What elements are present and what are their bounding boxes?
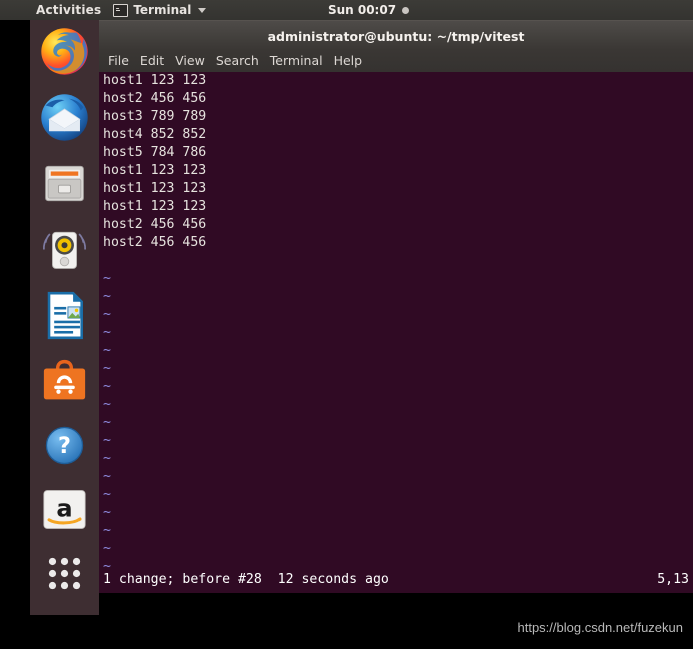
vim-tilde-line: ~ [103, 487, 111, 502]
vim-tilde-line: ~ [103, 469, 111, 484]
top-bar-left-group: Activities Terminal [36, 0, 207, 20]
firefox-icon [41, 28, 88, 75]
dock-item-help[interactable]: ? [37, 418, 92, 473]
vim-tilde-line: ~ [103, 541, 111, 556]
window-title: administrator@ubuntu: ~/tmp/vitest [267, 28, 525, 44]
window-titlebar[interactable]: administrator@ubuntu: ~/tmp/vitest [99, 20, 693, 50]
desktop: Activities Terminal Sun 00:07 ? a admini… [0, 0, 693, 649]
document-icon [47, 291, 83, 340]
dock-item-libreoffice-writer[interactable] [37, 288, 92, 343]
dock-item-rhythmbox[interactable] [37, 222, 92, 277]
terminal-text-line: host4 852 852 [103, 127, 207, 142]
svg-text:a: a [56, 494, 72, 522]
terminal-body[interactable]: host1 123 123 host2 456 456 host3 789 789 h… [99, 72, 693, 593]
menu-item-file[interactable]: File [108, 50, 129, 72]
status-right-text: 5,13 [657, 572, 689, 587]
vim-tilde-line: ~ [103, 523, 111, 538]
dock-item-firefox[interactable] [37, 24, 92, 79]
terminal-text-line: host1 123 123 [103, 73, 207, 88]
terminal-text-line: host3 789 789 [103, 109, 207, 124]
amazon-icon: a [43, 490, 86, 529]
watermark-text: https://blog.csdn.net/fuzekun [517, 620, 684, 635]
menu-item-terminal[interactable]: Terminal [270, 50, 323, 72]
terminal-text-line: host2 456 456 [103, 217, 207, 232]
vim-tilde-line: ~ [103, 397, 111, 412]
thunderbird-icon [41, 94, 88, 141]
vim-tilde-line: ~ [103, 415, 111, 430]
terminal-icon [113, 3, 129, 17]
svg-text:?: ? [58, 433, 71, 459]
gnome-top-bar: Activities Terminal Sun 00:07 [0, 0, 693, 20]
terminal-text-line: host1 123 123 [103, 199, 207, 214]
terminal-text-line: host1 123 123 [103, 181, 207, 196]
vim-tilde-line: ~ [103, 379, 111, 394]
menu-bar: File Edit View Search Terminal Help [99, 50, 693, 72]
app-menu-button[interactable]: Terminal [113, 3, 207, 17]
terminal-text-line: host5 784 786 [103, 145, 207, 160]
vim-tilde-line: ~ [103, 325, 111, 340]
vim-tilde-line: ~ [103, 307, 111, 322]
file-cabinet-icon [45, 165, 84, 202]
dock-item-ubuntu-software[interactable] [37, 353, 92, 408]
status-left-text: 1 change; before #28 12 seconds ago [103, 572, 389, 587]
dock-item-thunderbird[interactable] [37, 90, 92, 145]
dock-item-show-applications[interactable] [37, 546, 92, 601]
vim-tilde-line: ~ [103, 271, 111, 286]
vim-tilde-line: ~ [103, 433, 111, 448]
vim-tilde-line: ~ [103, 343, 111, 358]
terminal-text-line: host1 123 123 [103, 163, 207, 178]
terminal-text-line: host2 456 456 [103, 91, 207, 106]
vim-tilde-line: ~ [103, 361, 111, 376]
menu-item-search[interactable]: Search [216, 50, 259, 72]
terminal-text-line: host2 456 456 [103, 235, 207, 250]
terminal-window: administrator@ubuntu: ~/tmp/vitest File … [99, 20, 693, 593]
vim-status-line: 1 change; before #28 12 seconds ago 5,13 [103, 571, 689, 589]
dock-item-amazon[interactable]: a [37, 482, 92, 537]
vim-tilde-line: ~ [103, 505, 111, 520]
dock-item-files[interactable] [37, 156, 92, 211]
launcher-dock: ? a [30, 20, 99, 615]
menu-item-help[interactable]: Help [334, 50, 363, 72]
menu-item-view[interactable]: View [175, 50, 205, 72]
vim-tilde-line: ~ [103, 289, 111, 304]
menu-item-edit[interactable]: Edit [140, 50, 164, 72]
vim-tilde-line: ~ [103, 451, 111, 466]
speaker-icon [43, 231, 86, 269]
grid-apps-icon [48, 557, 81, 590]
chevron-down-icon [198, 7, 207, 13]
help-question-icon: ? [45, 426, 84, 465]
software-bag-icon [43, 359, 86, 400]
notification-dot-icon [402, 6, 410, 14]
app-menu-label: Terminal [133, 3, 192, 17]
activities-button[interactable]: Activities [36, 3, 101, 17]
clock-label[interactable]: Sun 00:07 [328, 3, 396, 17]
vim-buffer[interactable]: host1 123 123 host2 456 456 host3 789 789 h… [103, 72, 689, 576]
